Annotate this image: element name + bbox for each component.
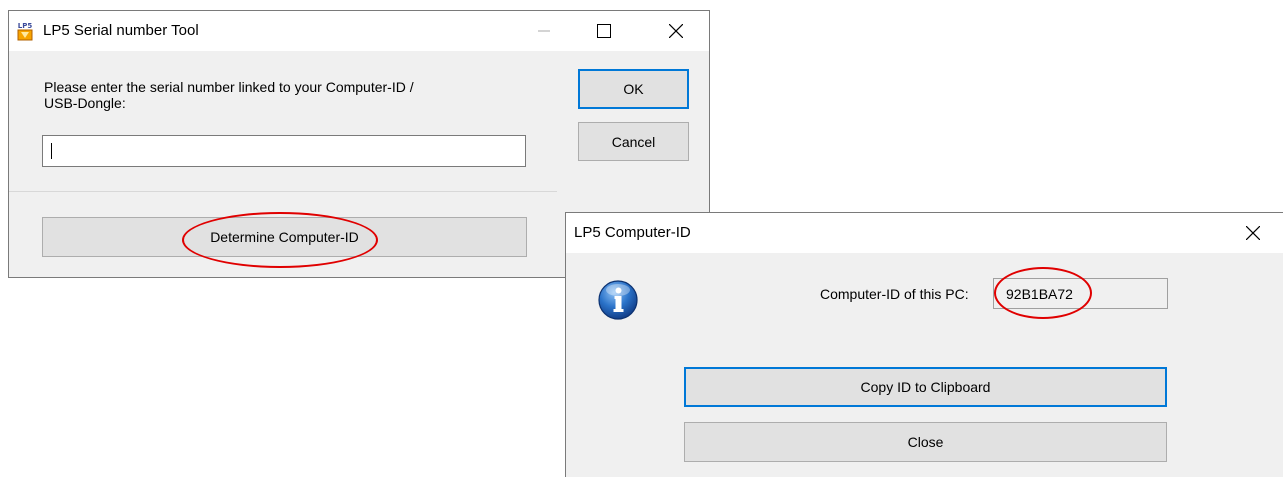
title-bar[interactable]: LP5 Computer-ID [566,213,1283,253]
window-title: LP5 Computer-ID [574,224,691,241]
computer-id-dialog: LP5 Computer-ID Computer-ID of this PC: … [565,212,1283,477]
computer-id-label: Computer-ID of this PC: [820,286,969,302]
close-dialog-button[interactable]: Close [684,422,1167,462]
separator-line [9,191,557,192]
text-caret [51,143,52,159]
info-icon [598,280,638,320]
serial-prompt-line1: Please enter the serial number linked to… [44,79,414,95]
close-icon [669,24,683,38]
minimize-icon [538,30,550,32]
lp5-app-icon: LP5 [15,21,35,41]
computer-id-field[interactable]: 92B1BA72 [993,278,1168,309]
minimize-button[interactable] [521,11,567,51]
ok-button[interactable]: OK [578,69,689,109]
maximize-button[interactable] [581,11,627,51]
cancel-button[interactable]: Cancel [578,122,689,161]
svg-text:LP5: LP5 [18,22,33,30]
determine-computer-id-button[interactable]: Determine Computer-ID [42,217,527,257]
title-bar[interactable]: LP5 LP5 Serial number Tool [9,11,709,51]
copy-id-to-clipboard-button[interactable]: Copy ID to Clipboard [684,367,1167,407]
serial-prompt-line2: USB-Dongle: [44,95,126,111]
close-button[interactable] [653,11,699,51]
close-icon [1246,226,1260,240]
maximize-icon [597,24,611,38]
serial-number-input[interactable] [42,135,526,167]
close-button[interactable] [1230,213,1276,253]
window-title: LP5 Serial number Tool [43,22,199,39]
